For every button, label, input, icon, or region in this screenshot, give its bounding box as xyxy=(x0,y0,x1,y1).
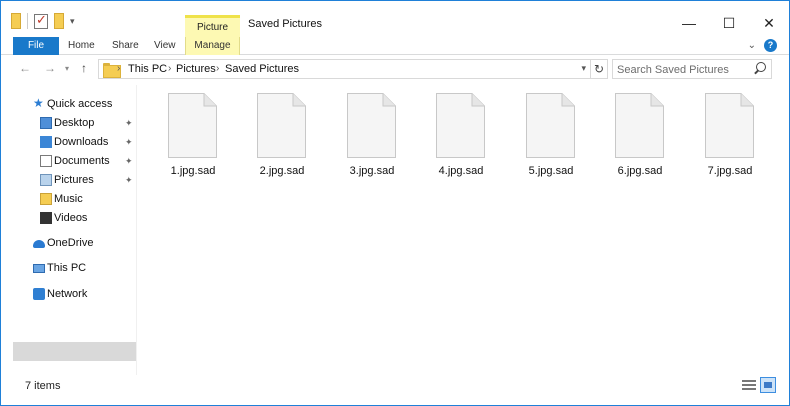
forward-arrow-icon[interactable]: → xyxy=(44,61,56,75)
file-item[interactable]: 2.jpg.sad xyxy=(242,91,322,183)
pin-icon[interactable]: ✦ xyxy=(125,175,133,186)
computer-icon xyxy=(33,264,45,273)
breadcrumb-saved-pictures[interactable]: Saved Pictures xyxy=(225,63,299,75)
navigation-pane: ★ Quick access Desktop ✦ Downloads ✦ Doc… xyxy=(1,85,137,375)
help-icon[interactable]: ? xyxy=(764,39,777,52)
nav-label: Pictures xyxy=(54,174,94,186)
blank-file-icon xyxy=(526,93,575,158)
breadcrumb-separator-icon[interactable]: › xyxy=(168,63,171,74)
file-item[interactable]: 6.jpg.sad xyxy=(600,91,680,183)
selection-highlight xyxy=(13,342,136,361)
refresh-button[interactable]: ↻ xyxy=(591,59,608,79)
tab-manage[interactable]: Manage xyxy=(185,37,240,55)
nav-label: This PC xyxy=(47,262,87,274)
file-item[interactable]: 3.jpg.sad xyxy=(332,91,412,183)
nav-label: Downloads xyxy=(54,136,109,148)
expand-ribbon-chevron-icon[interactable]: ⌄ xyxy=(748,40,756,51)
search-box[interactable] xyxy=(612,59,772,79)
file-item[interactable]: 7.jpg.sad xyxy=(690,91,770,183)
title-bar: ▾ Picture Tools Saved Pictures — ☐ ✕ xyxy=(1,1,789,52)
picture-tools-group-label: Picture Tools xyxy=(185,15,240,52)
breadcrumb-this-pc[interactable]: This PC xyxy=(128,63,167,75)
file-name: 2.jpg.sad xyxy=(259,165,305,177)
nav-label: Videos xyxy=(54,212,88,224)
status-bar: 7 items xyxy=(1,375,789,405)
music-icon xyxy=(40,193,52,205)
address-row: ← → ▾ ↑ › This PC › Pictures › Saved Pic… xyxy=(1,56,789,82)
file-item[interactable]: 5.jpg.sad xyxy=(511,91,591,183)
file-name: 1.jpg.sad xyxy=(170,165,216,177)
search-icon[interactable] xyxy=(756,62,766,72)
minimize-button[interactable]: — xyxy=(669,9,709,37)
up-arrow-icon[interactable]: ↑ xyxy=(81,61,87,75)
nav-label: Music xyxy=(54,193,83,205)
toolbar-divider xyxy=(27,13,28,29)
back-arrow-icon[interactable]: ← xyxy=(19,61,31,75)
ribbon-right-controls: ⌄ ? xyxy=(748,39,777,52)
breadcrumb-separator-icon[interactable]: › xyxy=(117,63,120,74)
star-icon: ★ xyxy=(33,96,44,110)
tab-share[interactable]: Share xyxy=(112,37,139,55)
close-button[interactable]: ✕ xyxy=(749,9,789,37)
network-icon xyxy=(33,288,45,300)
downloads-icon xyxy=(40,136,52,148)
blank-file-icon xyxy=(436,93,485,158)
ribbon-tabs: File Home Share View Manage ⌄ ? xyxy=(1,37,789,55)
search-input[interactable] xyxy=(617,62,752,77)
nav-label: Desktop xyxy=(54,117,95,129)
tab-file[interactable]: File xyxy=(13,37,59,55)
refresh-icon: ↻ xyxy=(593,62,605,76)
blank-file-icon xyxy=(257,93,306,158)
details-view-icon[interactable] xyxy=(742,378,756,392)
file-name: 7.jpg.sad xyxy=(707,165,753,177)
blank-file-icon xyxy=(168,93,217,158)
blank-file-icon xyxy=(705,93,754,158)
recent-locations-chevron-icon[interactable]: ▾ xyxy=(65,64,69,73)
pin-icon[interactable]: ✦ xyxy=(125,118,133,129)
tab-view[interactable]: View xyxy=(154,37,176,55)
file-name: 6.jpg.sad xyxy=(617,165,663,177)
maximize-button[interactable]: ☐ xyxy=(709,9,749,37)
folder-icon[interactable] xyxy=(11,13,21,29)
file-name: 4.jpg.sad xyxy=(438,165,484,177)
documents-icon xyxy=(40,155,52,167)
file-item[interactable]: 4.jpg.sad xyxy=(421,91,501,183)
nav-label: Documents xyxy=(54,155,110,167)
item-count: 7 items xyxy=(25,380,61,392)
window-controls: — ☐ ✕ xyxy=(669,9,789,37)
cloud-icon xyxy=(33,240,45,248)
file-name: 3.jpg.sad xyxy=(349,165,395,177)
nav-label: OneDrive xyxy=(47,237,94,249)
address-bar[interactable]: › This PC › Pictures › Saved Pictures ▾ xyxy=(98,59,591,79)
blank-file-icon xyxy=(615,93,664,158)
address-dropdown-icon[interactable]: ▾ xyxy=(581,63,586,74)
videos-icon xyxy=(40,212,52,224)
properties-icon[interactable] xyxy=(34,12,48,29)
file-item[interactable]: 1.jpg.sad xyxy=(153,91,233,183)
nav-label: Quick access xyxy=(47,98,113,110)
pin-icon[interactable]: ✦ xyxy=(125,156,133,167)
file-explorer-window: ▾ Picture Tools Saved Pictures — ☐ ✕ Fil… xyxy=(0,0,790,406)
breadcrumb-separator-icon[interactable]: › xyxy=(216,63,219,74)
nav-label: Network xyxy=(47,288,88,300)
new-folder-icon[interactable] xyxy=(54,13,64,29)
pictures-icon xyxy=(40,174,52,186)
breadcrumb-pictures[interactable]: Pictures xyxy=(176,63,216,75)
desktop-icon xyxy=(40,117,52,129)
tab-home[interactable]: Home xyxy=(68,37,95,55)
pin-icon[interactable]: ✦ xyxy=(125,137,133,148)
blank-file-icon xyxy=(347,93,396,158)
quick-access-toolbar: ▾ xyxy=(11,11,75,31)
file-name: 5.jpg.sad xyxy=(528,165,574,177)
file-list: 1.jpg.sad 2.jpg.sad 3.jpg.sad 4.jpg.sad xyxy=(138,85,788,375)
window-title: Saved Pictures xyxy=(248,18,322,30)
large-icons-view-icon[interactable] xyxy=(760,377,776,393)
customize-toolbar-dropdown-icon[interactable]: ▾ xyxy=(70,16,75,27)
